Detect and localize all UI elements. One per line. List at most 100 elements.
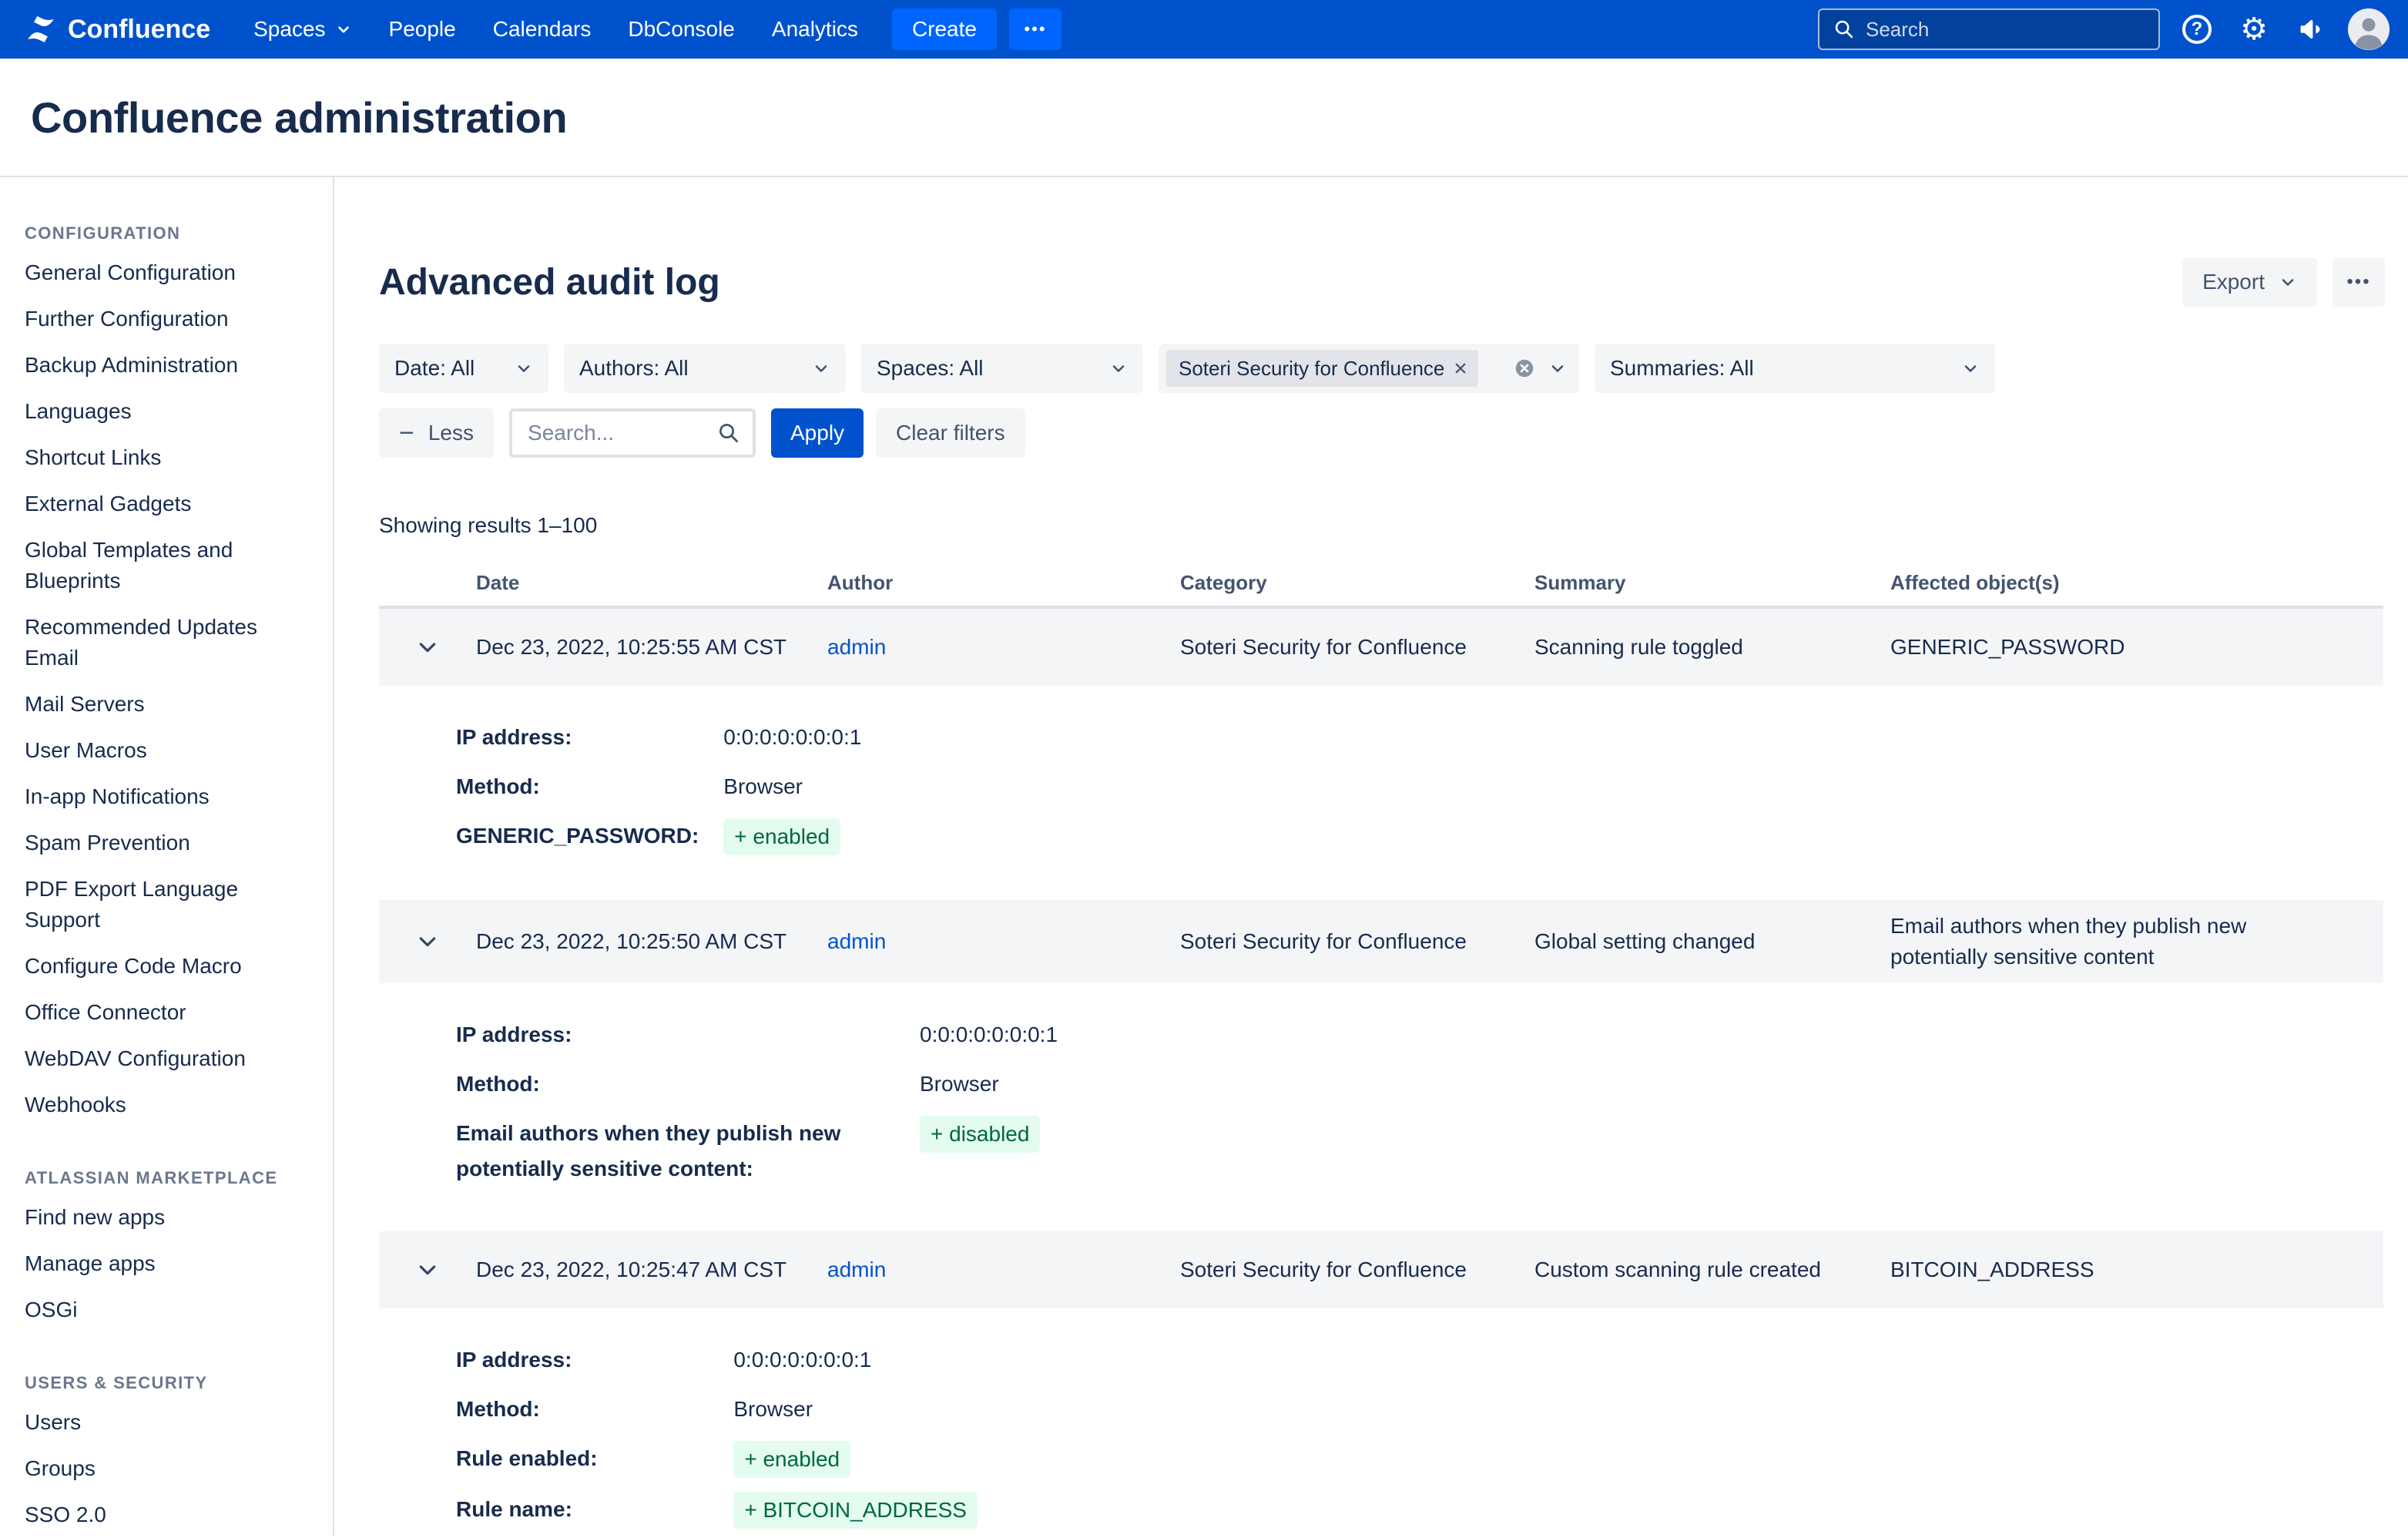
sidebar-item[interactable]: Shortcut Links	[0, 435, 333, 481]
expand-cell	[379, 1250, 476, 1290]
filter-search-input[interactable]	[528, 421, 717, 445]
nav-item-spaces[interactable]: Spaces	[235, 0, 370, 59]
categories-filter[interactable]: Soteri Security for Confluence	[1159, 344, 1579, 393]
clear-selection-icon[interactable]	[1513, 357, 1536, 380]
column-header-summary: Summary	[1534, 571, 1890, 595]
date-filter[interactable]: Date: All	[379, 344, 548, 393]
sidebar-item[interactable]: OSGi	[0, 1287, 333, 1333]
chip-remove-icon[interactable]	[1454, 361, 1467, 375]
sidebar-item[interactable]: WebDAV Configuration	[0, 1036, 333, 1082]
chevron-down-icon	[515, 359, 533, 378]
help-button[interactable]: ?	[2177, 9, 2217, 49]
user-avatar[interactable]	[2348, 8, 2390, 50]
audit-row-summary: Dec 23, 2022, 10:25:50 AM CSTadminSoteri…	[379, 900, 2383, 983]
sidebar-item[interactable]: General Configuration	[0, 250, 333, 296]
audit-table-body: Dec 23, 2022, 10:25:55 AM CSTadminSoteri…	[379, 609, 2383, 1536]
filters-actions-row: − Less Apply Clear filters	[379, 408, 2385, 458]
authors-filter[interactable]: Authors: All	[564, 344, 846, 393]
sidebar-section-header: USERS & SECURITY	[0, 1367, 333, 1399]
nav-menu: SpacesPeopleCalendars DbConsole Analytics	[235, 0, 877, 59]
minus-icon: −	[399, 420, 414, 446]
row-author-cell: admin	[827, 1254, 1180, 1285]
sidebar-item[interactable]: User Macros	[0, 727, 333, 774]
filters-row: Date: All Authors: All Spaces: All Soter…	[379, 344, 2385, 393]
sidebar-item[interactable]: Users	[0, 1399, 333, 1446]
nav-item-analytics[interactable]: Analytics	[753, 0, 877, 59]
top-navbar: Confluence SpacesPeopleCalendars DbConsol…	[0, 0, 2408, 59]
sidebar-item[interactable]: Groups	[0, 1446, 333, 1492]
row-author-link[interactable]: admin	[827, 929, 886, 953]
audit-log-table: Date Author Category Summary Affected ob…	[379, 559, 2383, 1536]
audit-row-details: IP address:0:0:0:0:0:0:0:1Method:Browser…	[379, 983, 2383, 1231]
sidebar-item[interactable]: Spam Prevention	[0, 820, 333, 866]
detail-label: IP address:	[456, 1342, 733, 1392]
detail-value: Browser	[733, 1392, 1115, 1441]
row-expand-toggle[interactable]	[407, 627, 448, 667]
added-lozenge: + disabled	[920, 1116, 1040, 1153]
summaries-filter-label: Summaries: All	[1610, 356, 1754, 381]
nav-more-button[interactable]: •••	[1009, 8, 1061, 50]
create-button[interactable]: Create	[892, 8, 997, 50]
admin-settings-button[interactable]: ⚙	[2234, 9, 2274, 49]
column-header-affected: Affected object(s)	[1890, 571, 2383, 595]
filter-chip: Soteri Security for Confluence	[1166, 350, 1478, 387]
sidebar-item[interactable]: SSO 2.0	[0, 1492, 333, 1536]
date-filter-label: Date: All	[394, 356, 475, 381]
detail-value: + disabled	[920, 1116, 1058, 1201]
nav-item-people[interactable]: People	[371, 0, 475, 59]
apply-button[interactable]: Apply	[771, 408, 864, 458]
announcements-button[interactable]	[2291, 9, 2331, 49]
global-search-input[interactable]	[1866, 18, 2145, 42]
authors-filter-label: Authors: All	[579, 356, 689, 381]
audit-row-details: IP address:0:0:0:0:0:0:0:1Method:Browser…	[379, 1308, 2383, 1536]
clear-filters-button[interactable]: Clear filters	[876, 408, 1025, 458]
sidebar-item[interactable]: Manage apps	[0, 1241, 333, 1287]
row-expand-toggle[interactable]	[407, 1250, 448, 1290]
more-actions-button[interactable]: •••	[2333, 257, 2385, 307]
export-button[interactable]: Export	[2182, 257, 2317, 307]
detail-label: IP address:	[456, 1017, 920, 1066]
summaries-filter[interactable]: Summaries: All	[1595, 344, 1995, 393]
audit-row-summary: Dec 23, 2022, 10:25:55 AM CSTadminSoteri…	[379, 609, 2383, 686]
spaces-filter[interactable]: Spaces: All	[861, 344, 1143, 393]
chevron-down-icon	[335, 21, 352, 38]
detail-label: IP address:	[456, 720, 723, 769]
sidebar-item[interactable]: Recommended Updates Email	[0, 604, 333, 681]
sidebar-item[interactable]: Further Configuration	[0, 296, 333, 342]
detail-label: Rule enabled:	[456, 1441, 733, 1492]
row-author-cell: admin	[827, 926, 1180, 957]
less-filters-button[interactable]: − Less	[379, 408, 494, 458]
detail-value: 0:0:0:0:0:0:0:1	[920, 1017, 1058, 1066]
nav-item-label: DbConsole	[628, 17, 735, 42]
added-lozenge: + BITCOIN_ADDRESS	[733, 1492, 978, 1529]
sidebar-item[interactable]: In-app Notifications	[0, 774, 333, 820]
confluence-logo[interactable]: Confluence	[15, 13, 235, 45]
sidebar-item[interactable]: Languages	[0, 388, 333, 435]
sidebar-item[interactable]: Webhooks	[0, 1082, 333, 1128]
sidebar-item[interactable]: External Gadgets	[0, 481, 333, 527]
row-author-link[interactable]: admin	[827, 1258, 886, 1281]
row-category: Soteri Security for Confluence	[1180, 926, 1534, 957]
sidebar-item[interactable]: Configure Code Macro	[0, 943, 333, 989]
confluence-admin-app: Confluence SpacesPeopleCalendars DbConsol…	[0, 0, 2408, 1538]
added-lozenge: + enabled	[733, 1441, 850, 1478]
chevron-down-icon	[812, 359, 830, 378]
nav-item-calendars[interactable]: Calendars	[475, 0, 610, 59]
sidebar-item[interactable]: Global Templates and Blueprints	[0, 527, 333, 604]
sidebar-item[interactable]: Backup Administration	[0, 342, 333, 388]
row-affected: GENERIC_PASSWORD	[1890, 632, 2383, 663]
row-expand-toggle[interactable]	[407, 922, 448, 962]
nav-item-dbconsole[interactable]: DbConsole	[609, 0, 753, 59]
global-search[interactable]	[1818, 8, 2160, 50]
row-author-link[interactable]: admin	[827, 635, 886, 659]
sidebar-item[interactable]: Mail Servers	[0, 681, 333, 727]
sidebar-item[interactable]: Find new apps	[0, 1194, 333, 1241]
filter-search[interactable]	[509, 408, 756, 458]
sidebar-item[interactable]: Office Connector	[0, 989, 333, 1036]
export-label: Export	[2202, 270, 2265, 294]
detail-value: + BITCOIN_ADDRESS	[733, 1492, 1115, 1536]
details-table: IP address:0:0:0:0:0:0:0:1Method:Browser…	[456, 1342, 1115, 1536]
sidebar-item[interactable]: PDF Export Language Support	[0, 866, 333, 943]
sidebar-nav: CONFIGURATIONGeneral ConfigurationFurthe…	[0, 217, 333, 1536]
page-title: Confluence administration	[31, 92, 567, 143]
